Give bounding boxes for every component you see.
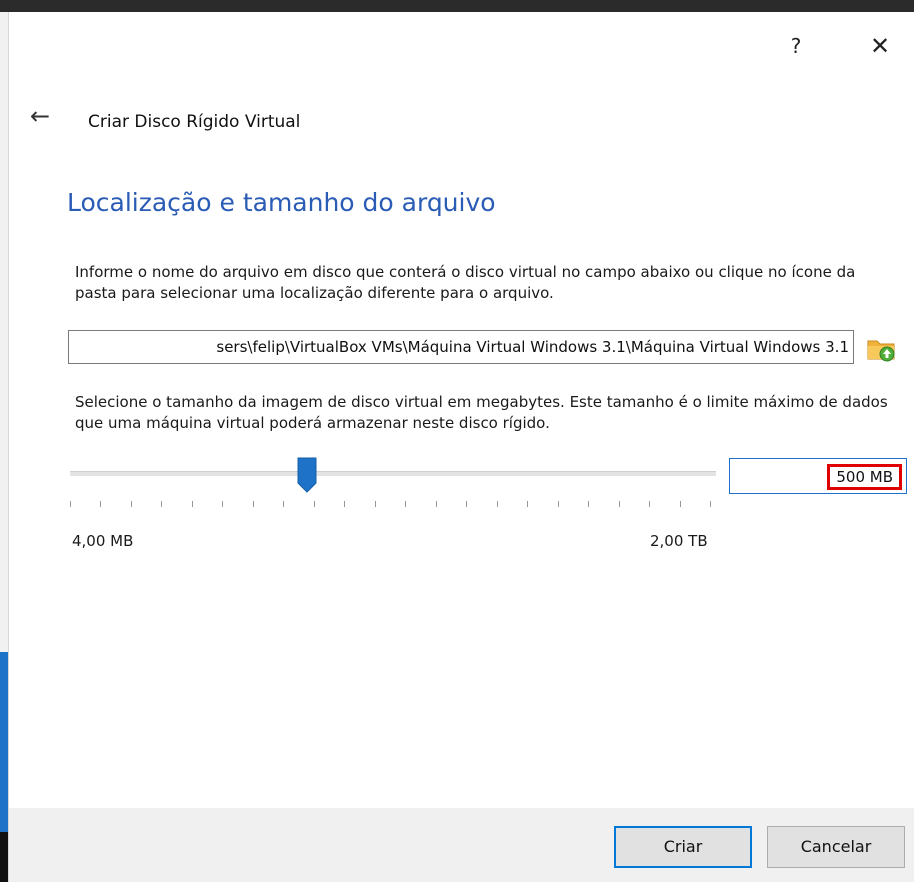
background-window-edge: [0, 12, 9, 882]
size-description: Selecione o tamanho da imagem de disco v…: [75, 393, 888, 432]
help-icon[interactable]: ?: [782, 30, 810, 62]
slider-tick: [436, 501, 437, 507]
slider-thumb[interactable]: [297, 457, 317, 493]
slider-track[interactable]: [70, 471, 716, 476]
size-slider[interactable]: [68, 455, 718, 515]
slider-tick: [222, 501, 223, 507]
slider-tick: [710, 501, 711, 507]
slider-tick: [192, 501, 193, 507]
slider-tick: [405, 501, 406, 507]
file-path-input[interactable]: sers\felip\VirtualBox VMs\Máquina Virtua…: [68, 330, 854, 364]
page-title: Localização e tamanho do arquivo: [67, 188, 496, 217]
slider-tick: [680, 501, 681, 507]
slider-tick: [344, 501, 345, 507]
folder-icon[interactable]: [866, 333, 898, 363]
size-min-label: 4,00 MB: [72, 532, 134, 550]
slider-tick: [558, 501, 559, 507]
cancel-button[interactable]: Cancelar: [767, 826, 905, 868]
size-value: 500 MB: [827, 464, 902, 490]
slider-tick: [100, 501, 101, 507]
slider-tick: [588, 501, 589, 507]
slider-tick: [619, 501, 620, 507]
slider-tick: [70, 501, 71, 507]
create-button[interactable]: Criar: [614, 826, 752, 868]
arrow-left-icon[interactable]: ←: [30, 103, 60, 129]
slider-tick: [131, 501, 132, 507]
wizard-title: Criar Disco Rígido Virtual: [88, 112, 301, 132]
background-window-strip: [0, 0, 914, 12]
location-description: Informe o nome do arquivo em disco que c…: [75, 263, 856, 302]
size-max-label: 2,00 TB: [650, 532, 708, 550]
slider-tick: [253, 501, 254, 507]
slider-tick: [314, 501, 315, 507]
slider-tick: [649, 501, 650, 507]
slider-tick: [283, 501, 284, 507]
slider-tick: [375, 501, 376, 507]
slider-tick: [497, 501, 498, 507]
slider-tick: [527, 501, 528, 507]
close-icon[interactable]: ✕: [864, 30, 896, 62]
slider-tick: [161, 501, 162, 507]
slider-tick: [466, 501, 467, 507]
size-input[interactable]: 500 MB: [729, 458, 907, 494]
